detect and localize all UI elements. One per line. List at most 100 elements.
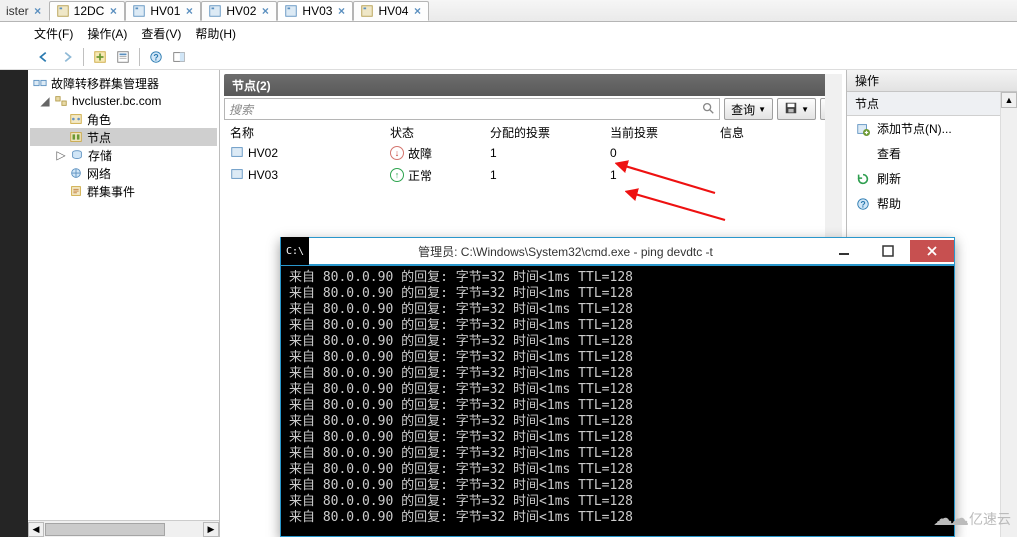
column-headers: 名称 状态 分配的投票 当前投票 信息 — [224, 122, 842, 142]
console-line: 来自 80.0.0.90 的回复: 字节=32 时间<1ms TTL=128 — [289, 350, 946, 366]
action-label: 查看 — [877, 145, 901, 162]
status-label: 故障 — [408, 145, 432, 162]
minimize-button[interactable] — [822, 240, 866, 262]
tree-label: hvcluster.bc.com — [72, 94, 161, 108]
tree-hscrollbar[interactable]: ◀ ▶ — [28, 520, 219, 537]
server-icon — [208, 4, 222, 18]
cloud-icon: ☁☁ — [933, 506, 965, 531]
tab-hv03[interactable]: HV03 × — [277, 1, 353, 21]
close-icon[interactable]: × — [184, 6, 194, 16]
console-line: 来自 80.0.0.90 的回复: 字节=32 时间<1ms TTL=128 — [289, 446, 946, 462]
search-placeholder: 搜索 — [229, 101, 253, 118]
actions-header: 操作 — [847, 70, 1017, 92]
action-label: 添加节点(N)... — [877, 120, 952, 137]
close-icon[interactable]: × — [108, 6, 118, 16]
col-current[interactable]: 当前投票 — [604, 124, 714, 141]
col-alloc[interactable]: 分配的投票 — [484, 124, 604, 141]
tree-events[interactable]: 群集事件 — [30, 182, 217, 200]
tree-network[interactable]: 网络 — [30, 164, 217, 182]
col-name[interactable]: 名称 — [224, 124, 384, 141]
back-button[interactable] — [34, 47, 54, 67]
alloc-vote: 1 — [484, 168, 604, 182]
close-icon[interactable]: × — [412, 6, 422, 16]
close-icon[interactable]: × — [33, 6, 43, 16]
action-help[interactable]: ? 帮助 — [847, 191, 1017, 216]
close-button[interactable] — [910, 240, 954, 262]
search-icon[interactable] — [701, 101, 715, 118]
node-row[interactable]: HV02↓故障10 — [224, 142, 842, 164]
action-view[interactable]: 查看 ▶ — [847, 141, 1017, 166]
cmd-titlebar[interactable]: C:\ 管理员: C:\Windows\System32\cmd.exe - p… — [281, 238, 954, 266]
tree-root[interactable]: 故障转移群集管理器 — [30, 74, 217, 92]
current-vote: 0 — [604, 146, 714, 160]
tree-cluster[interactable]: ◢ hvcluster.bc.com — [30, 92, 217, 110]
menu-view[interactable]: 查看(V) — [141, 25, 181, 42]
watermark: ☁☁ 亿速云 — [933, 506, 1011, 531]
node-icon — [230, 145, 244, 162]
panel-title: 节点(2) — [224, 74, 842, 96]
scroll-left-icon[interactable]: ◀ — [28, 522, 44, 537]
console-line: 来自 80.0.0.90 的回复: 字节=32 时间<1ms TTL=128 — [289, 398, 946, 414]
help-icon: ? — [855, 196, 871, 212]
menubar: 文件(F) 操作(A) 查看(V) 帮助(H) — [0, 22, 1017, 44]
menu-help[interactable]: 帮助(H) — [195, 25, 236, 42]
tree-label: 角色 — [87, 111, 111, 128]
forward-button[interactable] — [57, 47, 77, 67]
svg-text:?: ? — [860, 199, 865, 209]
tab-partial[interactable]: ister × — [0, 0, 49, 21]
document-tabs: ister × 12DC × HV01 × HV02 × HV03 × HV04… — [0, 0, 1017, 22]
scroll-right-icon[interactable]: ▶ — [203, 522, 219, 537]
tab-hv04[interactable]: HV04 × — [353, 1, 429, 21]
tree-label: 存储 — [88, 147, 112, 164]
status-icon: ↑ — [390, 168, 404, 182]
close-icon[interactable]: × — [260, 6, 270, 16]
console-line: 来自 80.0.0.90 的回复: 字节=32 时间<1ms TTL=128 — [289, 318, 946, 334]
tab-label: ister — [6, 4, 29, 18]
actions-section: 节点▲ — [847, 92, 1017, 116]
nodes-icon — [68, 129, 84, 145]
close-icon[interactable]: × — [336, 6, 346, 16]
expander-right-icon[interactable]: ▷ — [56, 148, 66, 162]
maximize-button[interactable] — [866, 240, 910, 262]
scroll-up-icon[interactable]: ▲ — [1001, 92, 1017, 108]
menu-action[interactable]: 操作(A) — [87, 25, 127, 42]
query-button[interactable]: 查询▼ — [724, 98, 773, 120]
alloc-vote: 1 — [484, 146, 604, 160]
tab-12dc[interactable]: 12DC × — [49, 1, 126, 21]
network-icon — [68, 165, 84, 181]
console-line: 来自 80.0.0.90 的回复: 字节=32 时间<1ms TTL=128 — [289, 270, 946, 286]
menu-file[interactable]: 文件(F) — [34, 25, 73, 42]
status-icon: ↓ — [390, 146, 404, 160]
console-line: 来自 80.0.0.90 的回复: 字节=32 时间<1ms TTL=128 — [289, 414, 946, 430]
console-line: 来自 80.0.0.90 的回复: 字节=32 时间<1ms TTL=128 — [289, 286, 946, 302]
action-label: 刷新 — [877, 170, 901, 187]
tree-nodes[interactable]: 节点 — [30, 128, 217, 146]
watermark-text: 亿速云 — [969, 509, 1011, 529]
properties-button[interactable] — [113, 47, 133, 67]
tab-hv02[interactable]: HV02 × — [201, 1, 277, 21]
tab-hv01[interactable]: HV01 × — [125, 1, 201, 21]
tree-roles[interactable]: 角色 — [30, 110, 217, 128]
node-row[interactable]: HV03↑正常11 — [224, 164, 842, 186]
tree-storage[interactable]: ▷ 存储 — [30, 146, 217, 164]
tree-label: 网络 — [87, 165, 111, 182]
save-button[interactable]: ▼ — [777, 98, 816, 120]
scroll-thumb[interactable] — [45, 523, 165, 536]
action-pane-button[interactable] — [169, 47, 189, 67]
help-button[interactable]: ? — [146, 47, 166, 67]
console-line: 来自 80.0.0.90 的回复: 字节=32 时间<1ms TTL=128 — [289, 366, 946, 382]
expander-down-icon[interactable]: ◢ — [40, 94, 50, 108]
actions-vscrollbar[interactable]: ▲ — [1000, 92, 1017, 537]
add-snapin-button[interactable] — [90, 47, 110, 67]
tab-label: HV04 — [378, 4, 408, 18]
col-state[interactable]: 状态 — [384, 124, 484, 141]
cmd-output[interactable]: 来自 80.0.0.90 的回复: 字节=32 时间<1ms TTL=128来自… — [281, 266, 954, 536]
console-line: 来自 80.0.0.90 的回复: 字节=32 时间<1ms TTL=128 — [289, 462, 946, 478]
action-refresh[interactable]: 刷新 — [847, 166, 1017, 191]
chevron-down-icon: ▼ — [758, 105, 766, 114]
disk-icon — [784, 101, 798, 118]
action-add-node[interactable]: 添加节点(N)... — [847, 116, 1017, 141]
tree-label: 故障转移群集管理器 — [51, 75, 159, 92]
search-input[interactable]: 搜索 — [224, 98, 720, 120]
col-info[interactable]: 信息 — [714, 124, 842, 141]
